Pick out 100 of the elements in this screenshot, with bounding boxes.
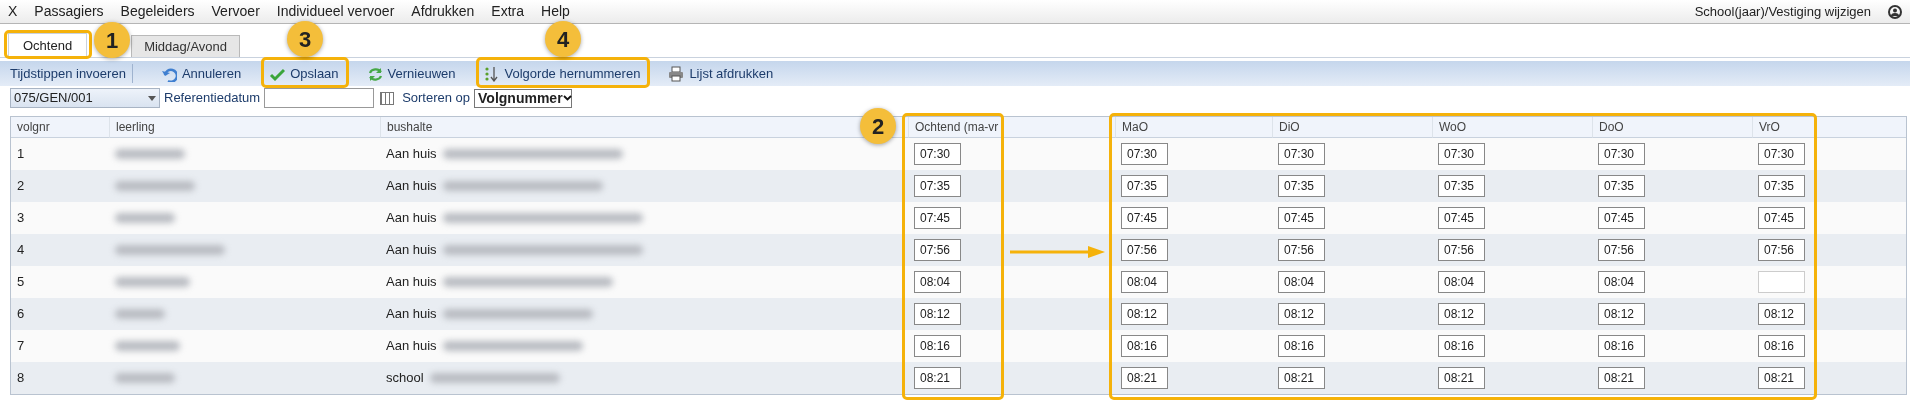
time-field[interactable]: 07:56 [1121, 239, 1168, 261]
table-cell: 4 [11, 234, 109, 266]
route-dropdown[interactable]: 075/GEN/001 [10, 88, 160, 108]
time-field[interactable]: 07:30 [1758, 143, 1805, 165]
time-field[interactable]: 07:45 [1438, 207, 1485, 229]
time-field[interactable]: 07:56 [914, 239, 961, 261]
time-field[interactable]: 08:12 [1758, 303, 1805, 325]
time-field[interactable]: 08:16 [1121, 335, 1168, 357]
time-field[interactable]: 08:12 [1598, 303, 1645, 325]
time-field[interactable]: 08:12 [914, 303, 961, 325]
time-field[interactable]: 07:35 [1278, 175, 1325, 197]
toolbar-button[interactable]: Annuleren [160, 63, 242, 84]
time-field[interactable]: 07:56 [1278, 239, 1325, 261]
step-badge: 4 [545, 21, 581, 57]
time-field[interactable]: 08:21 [1438, 367, 1485, 389]
time-field[interactable]: 07:35 [914, 175, 961, 197]
time-field[interactable]: 07:45 [1121, 207, 1168, 229]
time-field[interactable]: 08:16 [914, 335, 961, 357]
step-badge: 2 [860, 108, 896, 144]
refresh-icon [366, 65, 383, 82]
column-header[interactable]: DoO [1592, 117, 1752, 138]
time-field[interactable]: 08:12 [1278, 303, 1325, 325]
time-field[interactable]: 07:45 [1598, 207, 1645, 229]
time-field[interactable]: 07:56 [1758, 239, 1805, 261]
time-field[interactable]: 08:16 [1598, 335, 1645, 357]
time-field[interactable]: 08:21 [914, 367, 961, 389]
redacted-name [115, 373, 175, 383]
time-field[interactable]: 08:12 [1121, 303, 1168, 325]
time-field[interactable]: 08:04 [1121, 271, 1168, 293]
menu-item[interactable]: Help [541, 1, 570, 22]
time-field[interactable]: 07:30 [1438, 143, 1485, 165]
date-field[interactable] [264, 88, 375, 108]
stop-type: school [386, 369, 424, 388]
tab[interactable]: Middag/Avond [131, 35, 241, 57]
stop-type: Aan huis [386, 145, 437, 164]
toolbar-button[interactable]: Vernieuwen [366, 63, 456, 84]
time-field[interactable]: 08:04 [1598, 271, 1645, 293]
menu-item[interactable]: Begeleiders [120, 1, 195, 22]
column-header[interactable]: leerling [109, 117, 380, 138]
time-field[interactable]: 08:16 [1758, 335, 1805, 357]
step-badge: 1 [94, 22, 130, 58]
time-field[interactable]: 08:21 [1598, 367, 1645, 389]
time-field[interactable]: 08:04 [1438, 271, 1485, 293]
stop-type: Aan huis [386, 337, 437, 356]
time-field[interactable]: 08:16 [1278, 335, 1325, 357]
time-field[interactable]: 07:45 [1758, 207, 1805, 229]
time-field[interactable]: 07:56 [1438, 239, 1485, 261]
stop-type: Aan huis [386, 241, 437, 260]
menu-item[interactable]: Individueel vervoer [276, 1, 395, 22]
time-field[interactable]: 08:16 [1438, 335, 1485, 357]
table-cell: 2 [11, 170, 109, 202]
time-field[interactable]: 08:21 [1758, 367, 1805, 389]
stop-type: Aan huis [386, 209, 437, 228]
toolbar-button[interactable]: Opslaan [269, 63, 339, 84]
time-field[interactable]: 07:45 [914, 207, 961, 229]
column-header[interactable]: volgnr [11, 117, 109, 138]
user-icon[interactable] [1888, 4, 1902, 19]
toolbar-button[interactable]: Volgorde hernummeren [483, 63, 641, 84]
time-field[interactable]: 08:21 [1278, 367, 1325, 389]
table-cell: 5 [11, 266, 109, 298]
table-cell: 7 [11, 330, 109, 362]
time-field[interactable]: 07:35 [1438, 175, 1485, 197]
menu-item[interactable]: Afdrukken [411, 1, 475, 22]
time-field[interactable]: 07:35 [1121, 175, 1168, 197]
column-header[interactable]: MaO [1115, 117, 1272, 138]
time-field[interactable]: 07:35 [1598, 175, 1645, 197]
sort-dropdown[interactable]: Volgnummer [474, 88, 573, 108]
column-header[interactable]: VrO [1752, 117, 1817, 138]
printer-icon [668, 65, 685, 82]
time-field[interactable]: 07:45 [1278, 207, 1325, 229]
time-field[interactable]: 07:30 [1598, 143, 1645, 165]
reorder-icon [483, 65, 500, 82]
time-field[interactable]: 08:12 [1438, 303, 1485, 325]
time-field[interactable]: 07:30 [1278, 143, 1325, 165]
time-field[interactable]: 08:21 [1121, 367, 1168, 389]
column-header[interactable]: Ochtend (ma-vr [908, 117, 1115, 138]
field-label: Referentiedatum [164, 89, 261, 108]
step-badge: 3 [287, 21, 323, 57]
time-field[interactable]: 08:04 [1278, 271, 1325, 293]
toolbar-button[interactable]: Lijst afdrukken [668, 63, 774, 84]
table-cell: 1 [11, 138, 109, 170]
column-header[interactable]: WoO [1432, 117, 1592, 138]
close-menu-item[interactable]: X [8, 1, 18, 22]
time-field[interactable]: 07:30 [914, 143, 961, 165]
column-header[interactable]: DiO [1272, 117, 1432, 138]
tab[interactable]: Ochtend [8, 33, 88, 57]
stop-type: Aan huis [386, 305, 437, 324]
time-field[interactable]: 08:04 [914, 271, 961, 293]
menu-item[interactable]: Vervoer [211, 1, 260, 22]
menu-item[interactable]: Extra [491, 1, 525, 22]
table-cell: 8 [11, 362, 109, 394]
time-field[interactable]: 07:35 [1758, 175, 1805, 197]
time-field[interactable]: 07:56 [1598, 239, 1645, 261]
time-field[interactable] [1758, 271, 1805, 293]
time-field[interactable]: 07:30 [1121, 143, 1168, 165]
change-school-link[interactable]: School(jaar)/Vestiging wijzigen [1694, 1, 1871, 22]
field-label: Sorteren op [402, 89, 471, 108]
menu-item[interactable]: Passagiers [34, 1, 104, 22]
chevron-icon [562, 95, 572, 101]
toolbar-title: Tijdstippen invoeren [10, 63, 133, 84]
